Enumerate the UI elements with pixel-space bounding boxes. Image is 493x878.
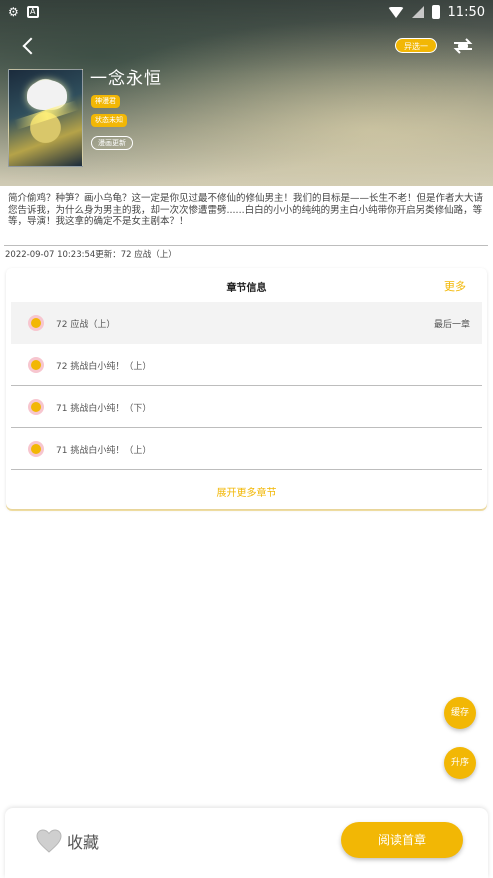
read-first-chapter-button[interactable]: 阅读首章	[341, 822, 463, 858]
chapter-row[interactable]: 72 应战（上） 最后一章	[11, 302, 482, 344]
chapter-dot-icon	[28, 315, 44, 331]
status-right: 11:50	[387, 4, 485, 20]
chapter-dot-icon	[28, 399, 44, 415]
divider	[4, 245, 488, 246]
comic-cover	[8, 69, 83, 167]
chapter-row[interactable]: 71 挑战白小纯！（下）	[11, 386, 482, 428]
battery-icon	[431, 5, 440, 19]
chapter-name: 72 挑战白小纯！（上）	[56, 362, 152, 372]
status-bar: ⚙ A 11:50	[0, 0, 493, 24]
chapter-name: 71 挑战白小纯！（下）	[56, 404, 152, 414]
expand-chapters-button[interactable]: 展开更多章节	[6, 484, 487, 499]
comic-title: 一念永恒	[90, 69, 162, 89]
chapters-card-header: 章节信息 更多	[6, 268, 487, 302]
favorite-label: 收藏	[67, 833, 100, 852]
cache-button[interactable]: 缓存	[444, 697, 476, 729]
a-icon: A	[26, 6, 39, 18]
update-info: 2022-09-07 10:23:54更新：72 应战（上）	[5, 250, 177, 260]
bottom-bar: 收藏 阅读首章	[5, 808, 488, 878]
status-tag: 状态未知	[91, 114, 127, 127]
signal-icon	[411, 6, 424, 18]
update-tag: 漫画更新	[91, 136, 133, 150]
chapter-name: 71 挑战白小纯！（上）	[56, 446, 152, 456]
status-time: 11:50	[447, 4, 485, 20]
heart-icon	[36, 829, 62, 853]
switch-source-icon[interactable]	[451, 37, 475, 55]
latest-chapter-label: 最后一章	[433, 320, 470, 330]
chapters-card: 章节信息 更多 72 应战（上） 最后一章 72 挑战白小纯！（上） 71 挑战…	[6, 268, 487, 509]
sort-button[interactable]: 升序	[444, 747, 476, 779]
chapter-name: 72 应战（上）	[56, 320, 116, 330]
bug-icon: ⚙	[8, 5, 19, 19]
author-tag[interactable]: 神漫君	[91, 95, 120, 108]
comic-description: 简介偷鸡？种笋？画小乌龟？这一定是你见过最不修仙的修仙男主！我们的目标是——长生…	[8, 193, 484, 227]
back-icon[interactable]	[20, 36, 40, 56]
wifi-icon	[387, 6, 404, 18]
chapter-dot-icon	[28, 441, 44, 457]
chapter-row[interactable]: 71 挑战白小纯！（上）	[11, 428, 482, 470]
favorite-button[interactable]: 收藏	[35, 828, 99, 854]
status-left: ⚙ A	[8, 5, 39, 19]
chapters-card-title: 章节信息	[226, 283, 267, 294]
source-select-button[interactable]: 异选一	[395, 38, 437, 53]
chapter-row[interactable]: 72 挑战白小纯！（上）	[11, 344, 482, 386]
more-chapters-link[interactable]: 更多	[444, 278, 466, 294]
chapter-dot-icon	[28, 357, 44, 373]
